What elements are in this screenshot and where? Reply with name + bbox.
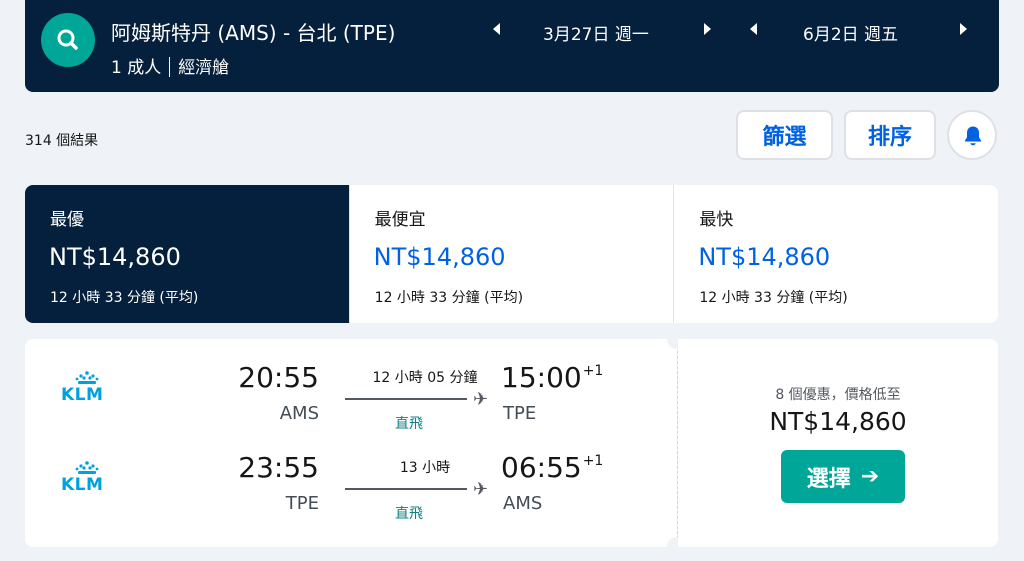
departure-airport: AMS xyxy=(279,403,319,424)
sort-tabs: 最優 NT$14,860 12 小時 33 分鐘 (平均) 最便宜 NT$14,… xyxy=(25,185,998,323)
tab-label: 最快 xyxy=(699,210,734,230)
arrival-airport: AMS xyxy=(503,493,543,514)
plane-icon: ✈ xyxy=(473,389,489,410)
tab-fastest[interactable]: 最快 NT$14,860 12 小時 33 分鐘 (平均) xyxy=(674,185,998,323)
arrow-right-icon: ➔ xyxy=(860,464,880,489)
tab-duration: 12 小時 33 分鐘 (平均) xyxy=(50,290,199,306)
arrival-time: 15:00+1 xyxy=(501,361,604,394)
outbound-leg: KLM 20:55 AMS 12 小時 05 分鐘 ✈ 直飛 15:00+1 T… xyxy=(25,353,677,433)
search-icon xyxy=(57,29,78,50)
passenger-count: 1 成人 xyxy=(111,58,162,78)
passenger-cabin-summary: 1 成人 經濟艙 xyxy=(111,53,229,78)
select-label: 選擇 xyxy=(806,466,851,492)
departure-time: 23:55 xyxy=(238,451,319,484)
tab-duration: 12 小時 33 分鐘 (平均) xyxy=(699,290,848,306)
airline-name: KLM xyxy=(61,385,104,405)
tab-best[interactable]: 最優 NT$14,860 12 小時 33 分鐘 (平均) xyxy=(25,185,350,323)
results-count: 314 個結果 xyxy=(25,133,99,149)
leg-duration: 13 小時 xyxy=(399,460,451,476)
tab-label: 最便宜 xyxy=(374,210,426,230)
tab-duration: 12 小時 33 分鐘 (平均) xyxy=(374,290,524,306)
tab-cheapest[interactable]: 最便宜 NT$14,860 12 小時 33 分鐘 (平均) xyxy=(350,185,675,323)
depart-date[interactable]: 3月27日 週一 xyxy=(543,20,649,45)
route-line xyxy=(345,398,467,400)
return-date-next-icon[interactable] xyxy=(960,23,967,35)
departure-time: 20:55 xyxy=(238,361,319,394)
route-title: 阿姆斯特丹 (AMS) - 台北 (TPE) xyxy=(111,21,396,45)
return-date[interactable]: 6月2日 週五 xyxy=(803,20,898,45)
route-line xyxy=(345,488,467,490)
search-summary-bar[interactable]: 阿姆斯特丹 (AMS) - 台北 (TPE) 1 成人 經濟艙 3月27日 週一 … xyxy=(25,0,999,92)
search-button[interactable] xyxy=(41,13,95,67)
result-price: NT$14,860 xyxy=(769,407,907,436)
select-button[interactable]: 選擇 ➔ xyxy=(781,450,905,503)
depart-date-prev-icon[interactable] xyxy=(493,23,500,35)
tab-price: NT$14,860 xyxy=(49,243,181,271)
crown-icon xyxy=(75,371,99,384)
plane-icon: ✈ xyxy=(473,479,489,500)
arrival-time: 06:55+1 xyxy=(501,451,604,484)
sort-button[interactable]: 排序 xyxy=(844,110,936,160)
crown-icon xyxy=(75,461,99,474)
price-panel: 8 個優惠，價格低至 NT$14,860 選擇 ➔ xyxy=(678,339,998,547)
return-date-prev-icon[interactable] xyxy=(750,23,757,35)
filter-button[interactable]: 篩選 xyxy=(736,110,833,160)
leg-duration: 12 小時 05 分鐘 xyxy=(372,370,478,386)
return-leg: KLM 23:55 TPE 13 小時 ✈ 直飛 06:55+1 AMS xyxy=(25,443,677,523)
divider xyxy=(169,57,171,77)
departure-airport: TPE xyxy=(285,493,319,514)
stops-label: 直飛 xyxy=(395,506,423,522)
day-offset: +1 xyxy=(582,453,604,469)
deals-summary: 8 個優惠，價格低至 xyxy=(775,387,901,403)
bell-icon xyxy=(965,126,981,146)
tab-price: NT$14,860 xyxy=(698,243,831,271)
price-alert-button[interactable] xyxy=(947,110,997,160)
depart-date-next-icon[interactable] xyxy=(704,23,711,35)
day-offset: +1 xyxy=(582,363,604,379)
cabin-class: 經濟艙 xyxy=(178,58,230,78)
arrival-airport: TPE xyxy=(503,403,537,424)
tab-label: 最優 xyxy=(50,210,84,230)
flight-itinerary[interactable]: KLM 20:55 AMS 12 小時 05 分鐘 ✈ 直飛 15:00+1 T… xyxy=(25,339,677,547)
airline-name: KLM xyxy=(61,475,104,495)
stops-label: 直飛 xyxy=(395,416,423,432)
klm-logo: KLM xyxy=(61,461,113,505)
tab-price: NT$14,860 xyxy=(373,243,506,271)
klm-logo: KLM xyxy=(61,371,113,415)
